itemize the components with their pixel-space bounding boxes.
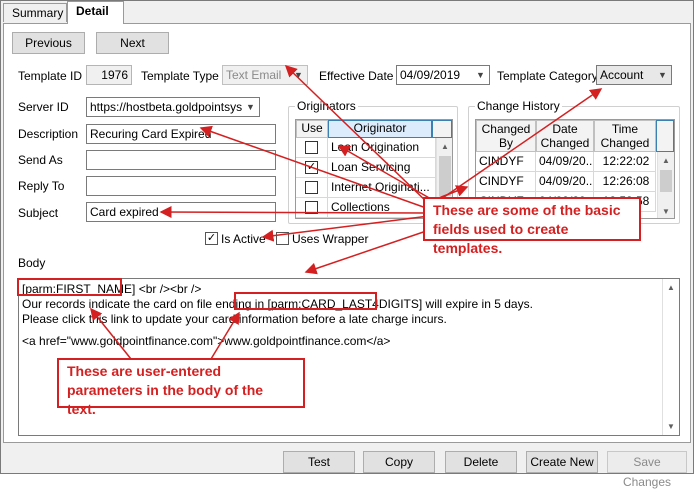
body-line-2-post: will expire in 5 days.	[422, 297, 533, 311]
server-id-select[interactable]: https://hostbeta.goldpointsystems/ ▼	[86, 97, 260, 117]
scroll-up-icon[interactable]: ▲	[437, 138, 452, 155]
chevron-down-icon: ▼	[472, 66, 489, 84]
reply-to-label: Reply To	[18, 179, 65, 193]
body-line-1-rest: <br /><br />	[135, 282, 202, 296]
originators-header-corner	[432, 120, 452, 138]
effective-date-label: Effective Date	[319, 69, 394, 83]
previous-button[interactable]: Previous	[12, 32, 85, 54]
is-active-checkbox[interactable]: ✓	[205, 232, 218, 245]
reply-to-input[interactable]	[86, 176, 276, 196]
tab-detail[interactable]: Detail	[67, 1, 124, 24]
originator-use-checkbox-2[interactable]: ✓	[305, 161, 318, 174]
save-changes-button[interactable]: Save Changes	[607, 451, 687, 489]
originator-use-checkbox-3[interactable]	[305, 181, 318, 194]
originator-use-cell	[296, 178, 328, 198]
scroll-up-icon[interactable]: ▲	[663, 279, 679, 296]
body-line-4: <a href="www.goldpointfinance.com">www.g…	[22, 334, 391, 348]
originator-use-checkbox-4[interactable]	[305, 201, 318, 214]
template-category-label: Template Category	[497, 69, 598, 83]
uses-wrapper-label: Uses Wrapper	[292, 232, 369, 246]
is-active-label: Is Active	[221, 232, 266, 246]
param-highlight-card-last4	[234, 292, 377, 310]
body-scrollbar[interactable]: ▲ ▼	[662, 279, 679, 435]
server-id-label: Server ID	[18, 100, 69, 114]
chevron-down-icon: ▼	[290, 66, 307, 84]
window-frame: Summary Detail Previous Next Template ID…	[0, 0, 694, 489]
description-input[interactable]: Recuring Card Expired	[86, 124, 276, 144]
originator-name-cell: Collections	[328, 198, 436, 218]
history-header-corner	[656, 120, 674, 152]
originator-use-cell	[296, 198, 328, 218]
params-annotation-callout: These are user-entered parameters in the…	[57, 358, 305, 417]
history-cell: 12:26:08	[594, 172, 656, 192]
template-type-select[interactable]: Text Email ▼	[222, 65, 308, 85]
chevron-down-icon: ▼	[654, 66, 671, 84]
delete-button[interactable]: Delete	[445, 451, 517, 473]
effective-date-value: 04/09/2019	[400, 68, 461, 82]
fields-annotation-callout: These are some of the basic fields used …	[423, 197, 641, 256]
template-id-field: 1976	[86, 65, 132, 85]
originators-header-use[interactable]: Use	[296, 120, 328, 138]
history-cell: 04/09/20...	[536, 152, 594, 172]
body-label: Body	[18, 256, 46, 270]
scroll-down-icon[interactable]: ▼	[658, 203, 674, 218]
create-new-button[interactable]: Create New	[526, 451, 598, 473]
uses-wrapper-checkbox[interactable]	[276, 232, 289, 245]
template-category-value: Account	[600, 68, 644, 82]
server-id-value: https://hostbeta.goldpointsystems/	[90, 100, 260, 114]
originator-use-cell	[296, 138, 328, 158]
originator-name-cell: Loan Origination	[328, 138, 436, 158]
copy-button[interactable]: Copy	[363, 451, 435, 473]
template-id-label: Template ID	[18, 69, 83, 83]
history-scrollbar[interactable]: ▲ ▼	[657, 152, 674, 218]
description-label: Description	[18, 127, 79, 141]
originator-name-cell: Loan Servicing	[328, 158, 436, 178]
history-cell: 12:22:02	[594, 152, 656, 172]
template-category-select[interactable]: Account ▼	[596, 65, 672, 85]
originators-title: Originators	[295, 99, 358, 113]
body-line-2-pre: Our records indicate the card on file en…	[22, 297, 268, 311]
scroll-thumb[interactable]	[660, 170, 672, 192]
tab-summary[interactable]: Summary	[3, 3, 67, 22]
change-history-title: Change History	[475, 99, 562, 113]
history-header-date-changed[interactable]: Date Changed	[536, 120, 594, 152]
param-highlight-first-name	[17, 278, 122, 296]
scroll-up-icon[interactable]: ▲	[658, 152, 674, 169]
body-line-3: Please click this link to update your ca…	[22, 312, 447, 326]
chevron-down-icon: ▼	[242, 98, 259, 116]
originators-header-originator[interactable]: Originator	[328, 120, 432, 138]
scroll-thumb[interactable]	[439, 156, 451, 196]
effective-date-picker[interactable]: 04/09/2019 ▼	[396, 65, 490, 85]
originator-use-checkbox-1[interactable]	[305, 141, 318, 154]
history-header-time-changed[interactable]: Time Changed	[594, 120, 656, 152]
send-as-input[interactable]	[86, 150, 276, 170]
history-header-changed-by[interactable]: Changed By	[476, 120, 536, 152]
originator-use-cell: ✓	[296, 158, 328, 178]
subject-label: Subject	[18, 206, 59, 220]
test-button[interactable]: Test	[283, 451, 355, 473]
send-as-label: Send As	[18, 153, 63, 167]
subject-input[interactable]: Card expired	[86, 202, 276, 222]
history-cell: CINDYF	[476, 152, 536, 172]
template-type-label: Template Type	[141, 69, 219, 83]
template-type-value: Text Email	[226, 68, 282, 82]
history-cell: 04/09/20...	[536, 172, 594, 192]
next-button[interactable]: Next	[96, 32, 169, 54]
originator-name-cell: Internet Originati...	[328, 178, 436, 198]
scroll-down-icon[interactable]: ▼	[663, 418, 679, 435]
history-cell: CINDYF	[476, 172, 536, 192]
